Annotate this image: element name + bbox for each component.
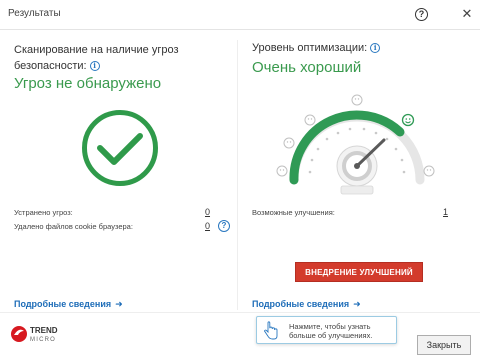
trend-micro-logo: TREND MICRO: [11, 326, 58, 343]
stat-row-cookies: Удалено файлов cookie браузера: 0 ?: [14, 220, 230, 232]
arrow-right-icon: ➜: [115, 299, 123, 309]
improvements-row: Возможные улучшения: 1: [252, 207, 452, 217]
panel-divider: [237, 40, 238, 310]
logo-text-bottom: MICRO: [30, 337, 56, 343]
stat-value-threats[interactable]: 0: [205, 207, 210, 217]
close-window-button[interactable]: ✕: [459, 5, 475, 23]
optimization-heading-text: Уровень оптимизации:: [252, 42, 368, 54]
checkmark-icon: [82, 110, 158, 186]
logo-text-top: TREND: [30, 326, 58, 335]
close-button[interactable]: Закрыть: [417, 335, 471, 355]
question-icon[interactable]: ?: [218, 220, 230, 232]
tooltip-text: Нажмите, чтобы узнать больше об улучшени…: [289, 322, 373, 340]
window-title: Результаты: [8, 8, 61, 19]
improvements-label: Возможные улучшения:: [252, 208, 335, 217]
info-icon[interactable]: i: [370, 43, 381, 53]
scan-status: Угроз не обнаружено: [14, 75, 162, 92]
stat-row-threats: Устранено угроз: 0: [14, 207, 224, 217]
optimization-heading: Уровень оптимизации: i: [252, 42, 381, 54]
hand-pointer-icon: [264, 321, 278, 340]
scan-details-label: Подробные сведения: [14, 299, 112, 309]
stat-value-cookies[interactable]: 0: [205, 221, 210, 231]
optimization-status: Очень хороший: [252, 59, 362, 76]
arrow-right-icon: ➜: [353, 299, 361, 309]
improvements-tooltip: Нажмите, чтобы узнать больше об улучшени…: [256, 316, 397, 344]
info-icon[interactable]: i: [89, 61, 100, 71]
improvements-value[interactable]: 1: [443, 207, 448, 217]
footer-divider: [0, 312, 480, 313]
scan-heading: Сканирование на наличие угроз безопаснос…: [14, 42, 234, 74]
optimization-details-link[interactable]: Подробные сведения ➜: [252, 299, 361, 310]
stat-label-threats: Устранено угроз:: [14, 208, 73, 217]
apply-improvements-button[interactable]: ВНЕДРЕНИЕ УЛУЧШЕНИЙ: [295, 262, 423, 282]
optimization-details-label: Подробные сведения: [252, 299, 350, 309]
scan-details-link[interactable]: Подробные сведения ➜: [14, 299, 123, 310]
optimization-gauge: [276, 94, 435, 195]
help-button[interactable]: ?: [415, 8, 428, 21]
stat-label-cookies: Удалено файлов cookie браузера:: [14, 222, 133, 231]
title-bar: Результаты ? ✕: [0, 0, 480, 30]
